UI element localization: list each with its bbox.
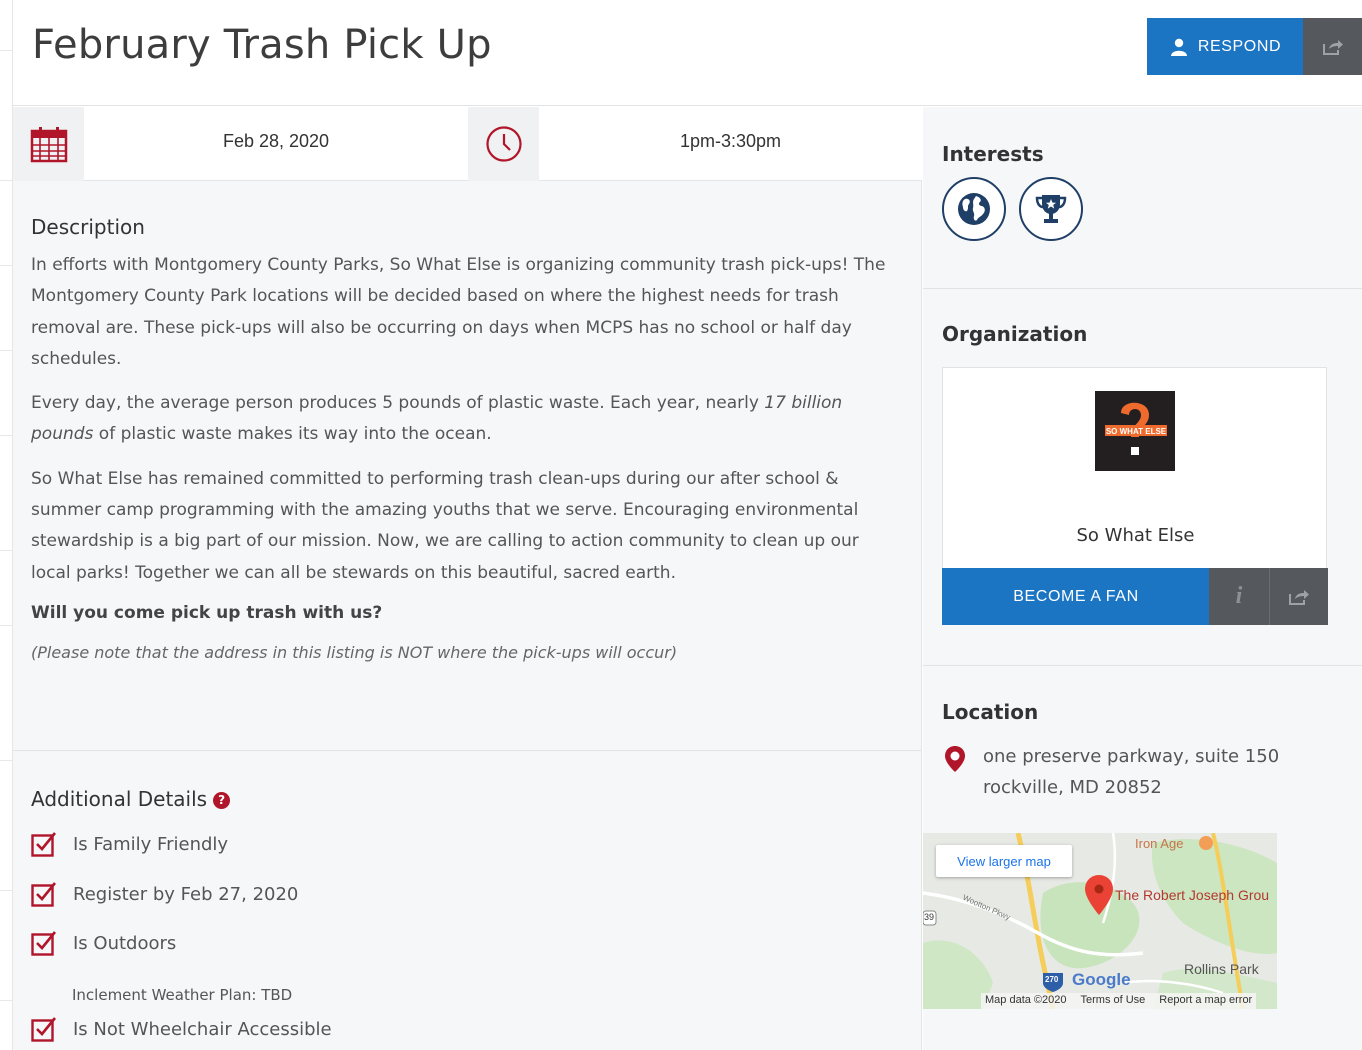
share-button[interactable] bbox=[1303, 18, 1362, 75]
detail-item: Is Outdoors bbox=[31, 930, 176, 956]
location-map[interactable]: View larger map Iron Age The Robert Jose… bbox=[923, 833, 1277, 1009]
section-divider bbox=[923, 665, 1362, 666]
organization-card: SO WHAT ELSE So What Else BECOME A FAN i bbox=[942, 367, 1328, 625]
respond-button[interactable]: RESPOND bbox=[1147, 18, 1304, 75]
sidebar: Interests Organization SO WHAT ELSE So W… bbox=[923, 107, 1362, 1050]
detail-label: Is Not Wheelchair Accessible bbox=[73, 1018, 332, 1040]
globe-icon bbox=[958, 193, 990, 225]
additional-details-heading: Additional Details? bbox=[31, 787, 891, 811]
checkbox-checked-icon bbox=[31, 832, 57, 857]
map-place-label: Iron Age bbox=[1135, 836, 1184, 851]
detail-label: Is Family Friendly bbox=[73, 833, 229, 855]
event-header: February Trash Pick Up RESPOND bbox=[13, 0, 1362, 106]
organization-heading: Organization bbox=[942, 322, 1088, 346]
calendar-icon bbox=[30, 127, 67, 163]
map-footer: Map data ©2020 Terms of Use Report a map… bbox=[981, 993, 1257, 1009]
organization-name: So What Else bbox=[1076, 525, 1195, 546]
main-content: Feb 28, 2020 1pm-3:30pm Description In e… bbox=[13, 107, 922, 1050]
share-organization-button[interactable] bbox=[1269, 568, 1328, 625]
report-map-error-link[interactable]: Report a map error bbox=[1159, 994, 1252, 1008]
description-section: Description In efforts with Montgomery C… bbox=[31, 215, 891, 662]
terms-link[interactable]: Terms of Use bbox=[1081, 994, 1146, 1008]
become-fan-button[interactable]: BECOME A FAN bbox=[942, 568, 1210, 625]
address-line-1: one preserve parkway, suite 150 bbox=[983, 746, 1280, 767]
address-line-2: rockville, MD 20852 bbox=[983, 777, 1162, 798]
event-time: 1pm-3:30pm bbox=[679, 131, 782, 151]
interest-achievement[interactable] bbox=[1019, 177, 1083, 241]
user-icon bbox=[1170, 38, 1187, 56]
call-to-action: Will you come pick up trash with us? bbox=[31, 602, 383, 623]
organization-logo[interactable]: SO WHAT ELSE bbox=[1095, 391, 1175, 471]
trophy-icon bbox=[1035, 195, 1067, 223]
additional-details-section: Additional Details? Is Family Friendly R… bbox=[31, 787, 891, 1042]
weather-plan-note: Inclement Weather Plan: TBD bbox=[72, 986, 293, 1004]
left-edge-strip bbox=[0, 0, 13, 1050]
interest-environment[interactable] bbox=[942, 177, 1006, 241]
description-paragraph: In efforts with Montgomery County Parks,… bbox=[31, 255, 886, 369]
description-paragraph: So What Else has remained committed to p… bbox=[31, 468, 859, 583]
interests-heading: Interests bbox=[942, 142, 1044, 166]
share-icon bbox=[1289, 589, 1309, 605]
clock-icon bbox=[485, 126, 522, 162]
share-icon bbox=[1322, 39, 1343, 55]
map-data-credit: Map data ©2020 bbox=[985, 994, 1067, 1006]
detail-label: Is Outdoors bbox=[73, 932, 177, 954]
description-paragraph: Every day, the average person produces 5… bbox=[31, 388, 891, 451]
map-place-label: The Robert Joseph Grou bbox=[1115, 887, 1270, 903]
description-heading: Description bbox=[31, 215, 145, 239]
respond-label: RESPOND bbox=[1197, 37, 1282, 55]
time-icon-cell bbox=[468, 107, 539, 181]
logo-graphic: SO WHAT ELSE bbox=[1105, 402, 1167, 455]
description-text: of plastic waste makes its way into the … bbox=[93, 424, 492, 445]
interstate-shield: 270 bbox=[1045, 975, 1059, 984]
map-place-label: Rollins Park bbox=[1184, 961, 1259, 977]
event-date: Feb 28, 2020 bbox=[222, 131, 330, 151]
address-note: (Please note that the address in this li… bbox=[31, 642, 678, 662]
date-icon-cell bbox=[13, 107, 84, 181]
checkbox-checked-icon bbox=[31, 1017, 57, 1042]
info-button[interactable]: i bbox=[1209, 568, 1269, 625]
map-pin-icon bbox=[945, 746, 965, 772]
section-divider bbox=[13, 750, 922, 751]
google-logo: Google bbox=[1072, 970, 1131, 989]
detail-item: Register by Feb 27, 2020 bbox=[31, 881, 298, 907]
location-heading: Location bbox=[942, 700, 1039, 724]
svg-text:SO WHAT ELSE: SO WHAT ELSE bbox=[1106, 427, 1167, 436]
page-title: February Trash Pick Up bbox=[32, 22, 492, 68]
checkbox-checked-icon bbox=[31, 931, 57, 956]
date-time-bar: Feb 28, 2020 1pm-3:30pm bbox=[13, 107, 922, 181]
description-text: Every day, the average person produces 5… bbox=[31, 393, 765, 414]
map-route-label: 39 bbox=[924, 912, 935, 922]
section-divider bbox=[923, 288, 1362, 289]
location-address: one preserve parkway, suite 150 rockvill… bbox=[983, 741, 1279, 803]
detail-label: Register by Feb 27, 2020 bbox=[73, 883, 299, 905]
view-larger-map-link[interactable]: View larger map bbox=[936, 845, 1072, 877]
checkbox-checked-icon bbox=[31, 882, 57, 907]
detail-item: Is Not Wheelchair Accessible bbox=[31, 1016, 332, 1042]
help-icon[interactable]: ? bbox=[213, 791, 231, 809]
detail-item: Is Family Friendly bbox=[31, 831, 228, 857]
